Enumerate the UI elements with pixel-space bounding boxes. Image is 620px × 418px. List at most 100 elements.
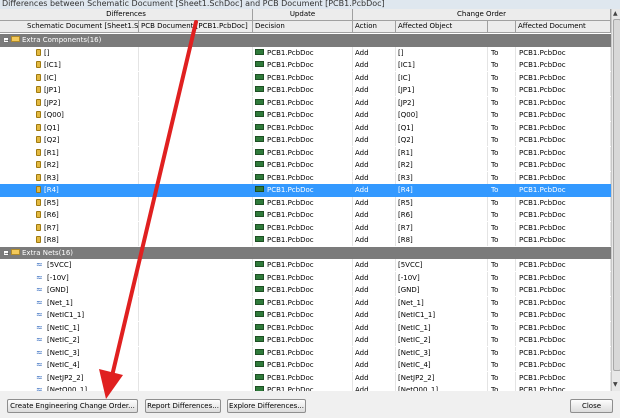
pcb-doc-icon (255, 261, 264, 267)
table-row[interactable]: [R7] PCB1.PcbDoc Add [R7] To PCB1.PcbDoc (0, 221, 611, 235)
cell-schematic: [Q1] (0, 121, 139, 134)
cell-affected-document-text: PCB1.PcbDoc (519, 173, 566, 182)
cell-action-text: Add (355, 273, 369, 282)
cell-direction: To (488, 59, 516, 71)
column-header-direction[interactable] (488, 21, 516, 33)
cell-direction-text: To (491, 223, 499, 232)
table-row[interactable]: [Q1] PCB1.PcbDoc Add [Q1] To PCB1.PcbDoc (0, 121, 611, 135)
cell-affected-object: [] (396, 46, 488, 59)
scroll-down-icon[interactable]: ▼ (613, 381, 618, 388)
scroll-up-icon[interactable]: ▲ (613, 10, 618, 17)
table-row[interactable]: [JP1] PCB1.PcbDoc Add [JP1] To PCB1.PcbDoc (0, 84, 611, 97)
table-row[interactable]: [IC1] PCB1.PcbDoc Add [IC1] To PCB1.PcbDoc (0, 59, 611, 72)
category-row-extra-components[interactable]: − Extra Components(16) (0, 34, 611, 47)
cell-action-text: Add (355, 61, 369, 69)
cell-affected-object-text: [NetIC_4] (398, 361, 431, 369)
cell-affected-object: [IC1] (396, 59, 488, 71)
cell-schematic: [R3] (0, 171, 139, 184)
table-row[interactable]: [R3] PCB1.PcbDoc Add [R3] To PCB1.PcbDoc (0, 171, 611, 185)
table-row[interactable]: [R5] PCB1.PcbDoc Add [R5] To PCB1.PcbDoc (0, 196, 611, 210)
cell-schematic-text: [-10V] (47, 273, 69, 282)
table-row[interactable]: ≈ [NetIC_4] PCB1.PcbDoc Add [NetIC_4] To PCB1.… (0, 359, 611, 372)
cell-direction: To (488, 209, 516, 221)
report-differences-button[interactable]: Report Differences... (145, 399, 221, 413)
table-row[interactable]: ≈ [GND] PCB1.PcbDoc Add [GND] To PCB1.PcbDoc (0, 284, 611, 297)
table-row[interactable]: [R8] PCB1.PcbDoc Add [R8] To PCB1.PcbDoc (0, 234, 611, 247)
column-header-affected-document[interactable]: Affected Document (516, 21, 611, 33)
cell-affected-object: [JP1] (396, 84, 488, 96)
differences-grid[interactable]: Differences Update Change Order Schemati… (0, 9, 611, 391)
table-row[interactable]: [R4] PCB1.PcbDoc Add [R4] To PCB1.PcbDoc (0, 184, 611, 197)
cell-pcb (139, 259, 253, 271)
cell-decision: PCB1.PcbDoc (253, 284, 353, 296)
cell-affected-object-text: [R4] (398, 186, 413, 194)
cell-direction-text: To (491, 298, 499, 307)
cell-action-text: Add (355, 186, 369, 194)
cell-action-text: Add (355, 173, 369, 182)
table-row[interactable]: ≈ [5VCC] PCB1.PcbDoc Add [5VCC] To PCB1.PcbDoc (0, 259, 611, 272)
cell-affected-object: [R2] (396, 159, 488, 171)
cell-affected-document-text: PCB1.PcbDoc (519, 148, 566, 157)
table-row[interactable]: ≈ [NetIC_2] PCB1.PcbDoc Add [NetIC_2] To PCB1.… (0, 334, 611, 347)
cell-action: Add (353, 296, 396, 309)
pcb-doc-icon (255, 348, 264, 355)
table-row[interactable]: [R2] PCB1.PcbDoc Add [R2] To PCB1.PcbDoc (0, 159, 611, 172)
cell-decision: PCB1.PcbDoc (253, 146, 353, 159)
cell-schematic: [] (0, 46, 139, 59)
table-row[interactable]: [JP2] PCB1.PcbDoc Add [JP2] To PCB1.PcbDoc (0, 96, 611, 110)
category-row-extra-nets[interactable]: − Extra Nets(16) (0, 246, 611, 259)
explore-differences-button[interactable]: Explore Differences... (227, 399, 306, 413)
cell-affected-document: PCB1.PcbDoc (516, 284, 611, 296)
pcb-doc-icon (255, 386, 264, 391)
table-row[interactable]: ≈ [NetIC_1] PCB1.PcbDoc Add [NetIC_1] To PCB1.… (0, 321, 611, 335)
cell-pcb (139, 196, 253, 209)
cell-pcb (139, 96, 253, 109)
cell-schematic-text: [JP2] (44, 98, 61, 107)
close-button[interactable]: Close (570, 399, 613, 413)
table-row[interactable]: ≈ [-10V] PCB1.PcbDoc Add [-10V] To PCB1.PcbDoc (0, 271, 611, 285)
cell-decision-text: PCB1.PcbDoc (267, 123, 314, 132)
create-eco-button[interactable]: Create Engineering Change Order... (7, 399, 138, 413)
cell-direction: To (488, 146, 516, 159)
cell-schematic: ≈ [GND] (0, 284, 139, 296)
cell-affected-document-text: PCB1.PcbDoc (519, 361, 566, 369)
table-row[interactable]: [IC] PCB1.PcbDoc Add [IC] To PCB1.PcbDoc (0, 71, 611, 85)
column-header-schematic[interactable]: Schematic Document [Sheet1.S... (0, 21, 139, 33)
table-row[interactable]: ≈ [NetJP2_2] PCB1.PcbDoc Add [NetJP2_2] To PCB… (0, 371, 611, 385)
collapse-toggle[interactable]: − (3, 249, 9, 256)
cell-decision-text: PCB1.PcbDoc (267, 373, 314, 382)
column-header-decision[interactable]: Decision (253, 21, 353, 33)
table-row[interactable]: ≈ [NetQ00_1] PCB1.PcbDoc Add [NetQ00_1] To PCB… (0, 384, 611, 391)
cell-schematic-text: [Q2] (44, 136, 60, 144)
table-row[interactable]: ≈ [NetIC_3] PCB1.PcbDoc Add [NetIC_3] To PCB1.… (0, 346, 611, 360)
table-row[interactable]: [] PCB1.PcbDoc Add [] To PCB1.PcbDoc (0, 46, 611, 60)
cell-pcb (139, 171, 253, 184)
cell-schematic: ≈ [5VCC] (0, 259, 139, 271)
vertical-scrollbar[interactable]: ▲ ▼ (611, 9, 620, 391)
column-header-pcb[interactable]: PCB Document [PCB1.PcbDoc] (139, 21, 253, 33)
cell-decision-text: PCB1.PcbDoc (267, 386, 314, 391)
table-row[interactable]: [R6] PCB1.PcbDoc Add [R6] To PCB1.PcbDoc (0, 209, 611, 222)
cell-direction: To (488, 271, 516, 284)
cell-direction-text: To (491, 48, 499, 57)
cell-action-text: Add (355, 386, 369, 391)
column-header-affected-object[interactable]: Affected Object (396, 21, 488, 33)
cell-decision-text: PCB1.PcbDoc (267, 286, 314, 294)
pcb-doc-icon (255, 286, 264, 292)
column-header-action[interactable]: Action (353, 21, 396, 33)
collapse-toggle[interactable]: − (3, 37, 9, 44)
net-icon: ≈ (36, 272, 43, 282)
table-row[interactable]: ≈ [Net_1] PCB1.PcbDoc Add [Net_1] To PCB1.PcbD… (0, 296, 611, 310)
cell-decision: PCB1.PcbDoc (253, 371, 353, 384)
cell-action-text: Add (355, 286, 369, 294)
cell-schematic: ≈ [NetIC_2] (0, 334, 139, 346)
cell-decision: PCB1.PcbDoc (253, 309, 353, 321)
table-row[interactable]: [R1] PCB1.PcbDoc Add [R1] To PCB1.PcbDoc (0, 146, 611, 160)
scrollbar-thumb[interactable] (613, 19, 620, 371)
table-row[interactable]: [Q2] PCB1.PcbDoc Add [Q2] To PCB1.PcbDoc (0, 134, 611, 147)
cell-action-text: Add (355, 348, 369, 357)
table-row[interactable]: [Q00] PCB1.PcbDoc Add [Q00] To PCB1.PcbDoc (0, 109, 611, 122)
cell-decision: PCB1.PcbDoc (253, 209, 353, 221)
cell-direction: To (488, 134, 516, 146)
table-row[interactable]: ≈ [NetIC1_1] PCB1.PcbDoc Add [NetIC1_1] To PCB… (0, 309, 611, 322)
